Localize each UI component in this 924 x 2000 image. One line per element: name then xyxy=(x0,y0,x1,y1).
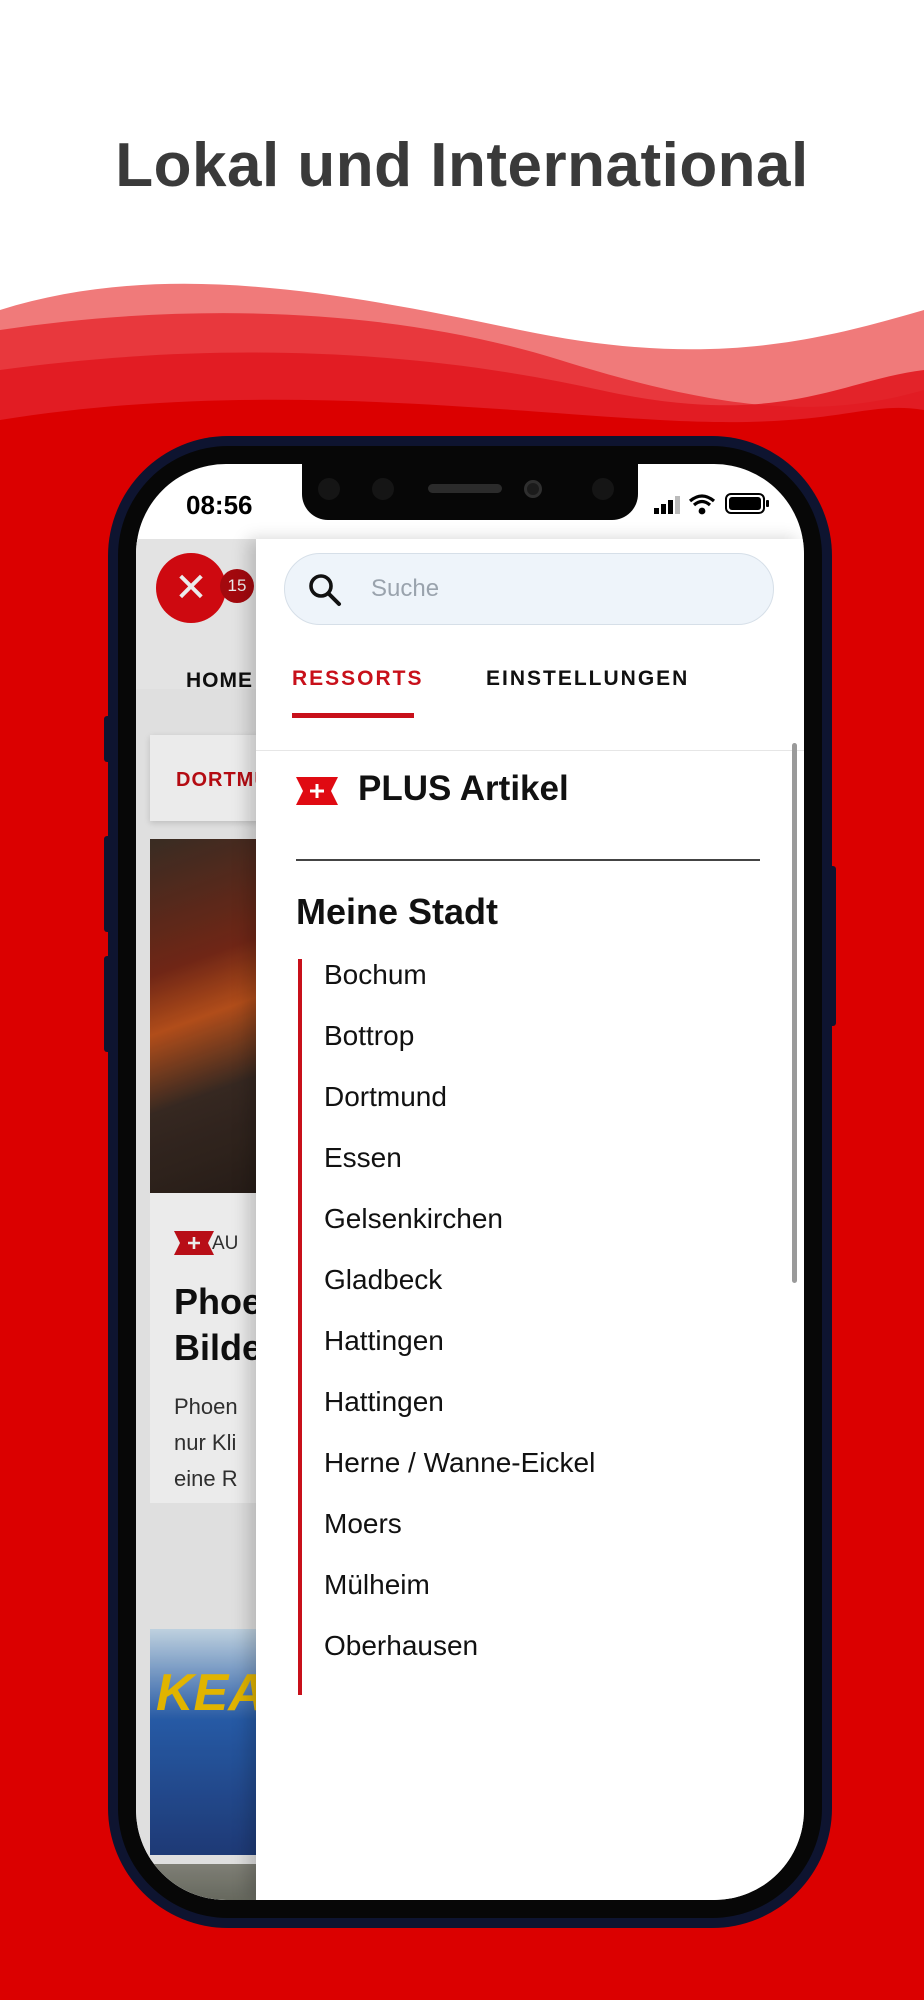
cellular-icon xyxy=(654,496,680,514)
city-item-herne[interactable]: Herne / Wanne-Eickel xyxy=(324,1447,595,1479)
city-item-gelsenkirchen[interactable]: Gelsenkirchen xyxy=(324,1203,503,1235)
city-list: Bochum Bottrop Dortmund Essen Gelsenkirc… xyxy=(298,959,758,1695)
tab-einstellungen[interactable]: EINSTELLUNGEN xyxy=(486,667,689,691)
status-icons xyxy=(654,493,769,515)
wifi-icon xyxy=(688,494,716,515)
drawer-tabs: RESSORTS EINSTELLUNGEN xyxy=(256,647,804,751)
city-item-bochum[interactable]: Bochum xyxy=(324,959,427,991)
notch xyxy=(302,464,638,520)
speaker-grille xyxy=(428,484,502,493)
volume-up-button xyxy=(104,836,112,932)
phone-screen: 08:56 ✕ 15 HOME DORTMUND xyxy=(136,464,804,1900)
active-tab-indicator xyxy=(292,713,414,718)
plus-articles-label: PLUS Artikel xyxy=(358,769,569,808)
divider xyxy=(296,859,760,861)
city-item-dortmund[interactable]: Dortmund xyxy=(324,1081,447,1113)
scrollbar[interactable] xyxy=(792,743,797,1283)
city-item-bottrop[interactable]: Bottrop xyxy=(324,1020,414,1052)
background-app: ✕ 15 HOME DORTMUND AU Phoe Bilde Phoen n… xyxy=(136,539,256,1900)
city-item-essen[interactable]: Essen xyxy=(324,1142,402,1174)
navigation-drawer: RESSORTS EINSTELLUNGEN PLUS Artikel Mein… xyxy=(256,539,804,1900)
city-item-muelheim[interactable]: Mülheim xyxy=(324,1569,430,1601)
search-bar[interactable] xyxy=(284,553,774,625)
headline: Lokal und International xyxy=(115,131,809,200)
power-button xyxy=(828,866,836,1026)
sensor-dot xyxy=(592,478,614,500)
city-item-oberhausen[interactable]: Oberhausen xyxy=(324,1630,478,1662)
side-button xyxy=(104,716,112,762)
city-item-hattingen-2[interactable]: Hattingen xyxy=(324,1386,444,1418)
search-icon xyxy=(309,574,341,606)
status-time: 08:56 xyxy=(186,490,253,520)
city-item-moers[interactable]: Moers xyxy=(324,1508,402,1540)
dim-overlay[interactable] xyxy=(136,539,256,1900)
city-item-hattingen[interactable]: Hattingen xyxy=(324,1325,444,1357)
plus-articles-item[interactable]: PLUS Artikel xyxy=(296,765,776,815)
sensor-dot xyxy=(372,478,394,500)
section-title: Meine Stadt xyxy=(296,891,499,932)
tab-ressorts[interactable]: RESSORTS xyxy=(292,667,424,691)
sensor-dot xyxy=(318,478,340,500)
plus-badge-icon xyxy=(296,777,338,805)
battery-icon xyxy=(725,493,769,514)
search-input[interactable] xyxy=(371,570,751,608)
volume-down-button xyxy=(104,956,112,1052)
city-item-gladbeck[interactable]: Gladbeck xyxy=(324,1264,442,1296)
front-camera xyxy=(524,480,542,498)
